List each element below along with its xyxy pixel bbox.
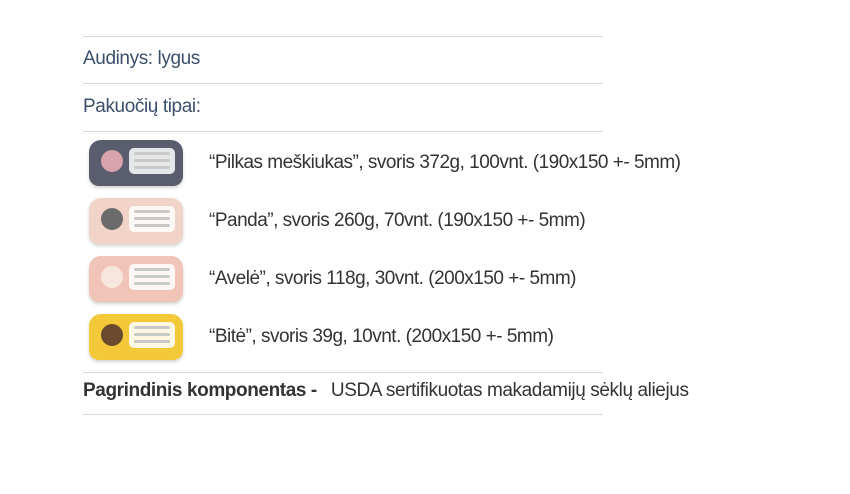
package-row: “Avelė”, svoris 118g, 30vnt. (200x150 +-…: [89, 252, 709, 306]
divider: [83, 83, 603, 84]
package-description: “Panda”, svoris 260g, 70vnt. (190x150 +-…: [209, 210, 586, 231]
component-value: USDA sertifikuotas makadamijų sėklų alie…: [330, 380, 689, 401]
component-line: Pagrindinis komponentas - USDA sertifikuo…: [83, 380, 689, 402]
package-row: “Panda”, svoris 260g, 70vnt. (190x150 +-…: [89, 194, 709, 248]
bee-icon: [101, 324, 123, 346]
divider: [83, 414, 603, 415]
bear-icon: [101, 150, 123, 172]
package-row: “Bitė”, svoris 39g, 10vnt. (200x150 +- 5…: [89, 310, 709, 364]
package-image: [89, 140, 183, 186]
divider: [83, 131, 603, 132]
package-image: [89, 314, 183, 360]
packaging-label: Pakuočių tipai:: [83, 96, 201, 117]
package-image: [89, 198, 183, 244]
package-image: [89, 256, 183, 302]
package-description: “Bitė”, svoris 39g, 10vnt. (200x150 +- 5…: [209, 326, 554, 347]
panda-icon: [101, 208, 123, 230]
divider: [83, 372, 603, 373]
package-row: “Pilkas meškiukas”, svoris 372g, 100vnt.…: [89, 136, 709, 190]
package-description: “Avelė”, svoris 118g, 30vnt. (200x150 +-…: [209, 268, 577, 289]
package-description: “Pilkas meškiukas”, svoris 372g, 100vnt.…: [209, 152, 681, 173]
fabric-label: Audinys: lygus: [83, 48, 200, 69]
sheep-icon: [101, 266, 123, 288]
component-label: Pagrindinis komponentas -: [83, 380, 317, 401]
divider: [83, 36, 603, 37]
